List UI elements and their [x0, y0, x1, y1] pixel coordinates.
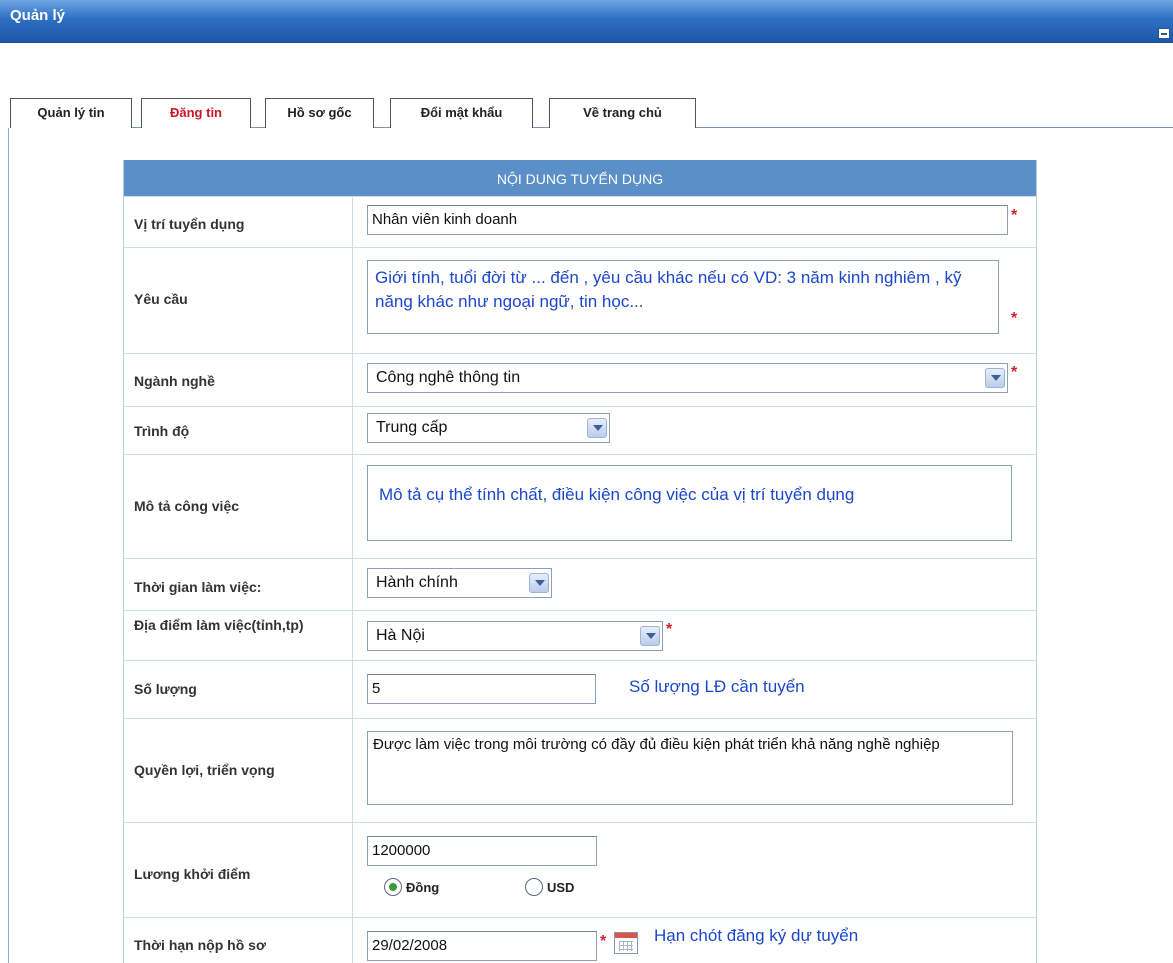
tab-original-profile[interactable]: Hồ sơ gốc	[265, 98, 374, 128]
job-post-form: NỘI DUNG TUYỂN DỤNG Vị trí tuyển dụng Nh…	[123, 160, 1037, 963]
deadline-label: Thời hạn nộp hồ sơ	[134, 937, 266, 953]
row-location: Địa điểm làm việc(tỉnh,tp) Hà Nội *	[124, 610, 1036, 660]
row-position: Vị trí tuyển dụng Nhân viên kinh doanh *	[124, 196, 1036, 247]
industry-select[interactable]: Công nghê thông tin	[367, 363, 1008, 393]
position-label: Vị trí tuyển dụng	[134, 216, 245, 232]
row-job-description: Mô tả công việc Mô tả cụ thể tính chất, …	[124, 454, 1036, 558]
required-mark: *	[1011, 310, 1018, 327]
required-mark: *	[1011, 364, 1018, 381]
quantity-hint: Số lượng LĐ cần tuyển	[629, 677, 805, 696]
required-mark: *	[666, 621, 673, 638]
deadline-hint: Hạn chót đăng ký dự tuyển	[654, 926, 859, 945]
required-mark: *	[600, 933, 607, 950]
location-selected-value: Hà Nội	[376, 627, 425, 644]
currency-usd-radio[interactable]	[525, 878, 543, 896]
row-requirements: Yêu cầu Giới tính, tuổi đời từ ... đến ,…	[124, 247, 1036, 353]
industry-selected-value: Công nghê thông tin	[376, 369, 521, 386]
working-time-select[interactable]: Hành chính	[367, 568, 552, 598]
tab-bar: Quản lý tin Đăng tin Hồ sơ gốc Đổi mật k…	[10, 98, 1173, 128]
row-deadline: Thời hạn nộp hồ sơ 29/02/2008 * Hạn chót…	[124, 917, 1036, 963]
salary-input[interactable]: 1200000	[367, 836, 597, 866]
working-time-label: Thời gian làm việc:	[134, 579, 262, 595]
salary-label: Lương khởi điểm	[134, 866, 251, 882]
industry-label: Ngành nghề	[134, 373, 215, 389]
row-benefits: Quyền lợi, triển vọng Được làm việc tron…	[124, 718, 1036, 822]
requirements-hint: Giới tính, tuổi đời từ ... đến , yêu cầu…	[375, 268, 962, 311]
location-select[interactable]: Hà Nội	[367, 621, 663, 651]
chevron-down-icon[interactable]	[587, 418, 607, 438]
currency-usd-label: USD	[547, 880, 575, 895]
currency-dong-label: Đồng	[406, 880, 440, 895]
education-selected-value: Trung cấp	[376, 419, 448, 436]
row-quantity: Số lượng 5 Số lượng LĐ cần tuyển	[124, 660, 1036, 718]
requirements-label: Yêu cầu	[134, 291, 188, 307]
row-salary: Lương khởi điểm 1200000 Đồng USD	[124, 822, 1036, 917]
window-titlebar: Quản lý	[0, 0, 1173, 43]
job-description-hint: Mô tả cụ thể tính chất, điều kiện công v…	[379, 485, 855, 504]
form-header: NỘI DUNG TUYỂN DỤNG	[124, 160, 1036, 196]
deadline-input[interactable]: 29/02/2008	[367, 931, 597, 961]
row-working-time: Thời gian làm việc: Hành chính	[124, 558, 1036, 610]
quantity-input[interactable]: 5	[367, 674, 596, 704]
chevron-down-icon[interactable]	[640, 626, 660, 646]
benefits-label: Quyền lợi, triển vọng	[134, 762, 275, 778]
job-description-label: Mô tả công việc	[134, 498, 240, 514]
left-frame-border	[8, 128, 9, 963]
chevron-down-icon[interactable]	[529, 573, 549, 593]
tab-post-job[interactable]: Đăng tin	[141, 98, 251, 128]
education-label: Trình độ	[134, 423, 190, 439]
tab-home[interactable]: Về trang chủ	[549, 98, 696, 128]
calendar-icon[interactable]	[614, 932, 638, 954]
working-time-selected-value: Hành chính	[376, 574, 458, 591]
chevron-down-icon[interactable]	[985, 368, 1005, 388]
tab-manage-posts[interactable]: Quản lý tin	[10, 98, 132, 128]
tab-change-password[interactable]: Đổi mật khẩu	[390, 98, 533, 128]
minimize-icon[interactable]	[1158, 28, 1170, 39]
row-industry: Ngành nghề Công nghê thông tin *	[124, 353, 1036, 406]
education-select[interactable]: Trung cấp	[367, 413, 610, 443]
row-education: Trình độ Trung cấp	[124, 406, 1036, 454]
location-label: Địa điểm làm việc(tỉnh,tp)	[134, 617, 304, 633]
required-mark: *	[1011, 207, 1018, 224]
benefits-textarea[interactable]: Được làm việc trong môi trường có đầy đủ…	[367, 731, 1013, 805]
window-title: Quản lý	[10, 7, 66, 24]
position-input[interactable]: Nhân viên kinh doanh	[367, 205, 1008, 235]
currency-dong-radio[interactable]	[384, 878, 402, 896]
quantity-label: Số lượng	[134, 681, 197, 697]
